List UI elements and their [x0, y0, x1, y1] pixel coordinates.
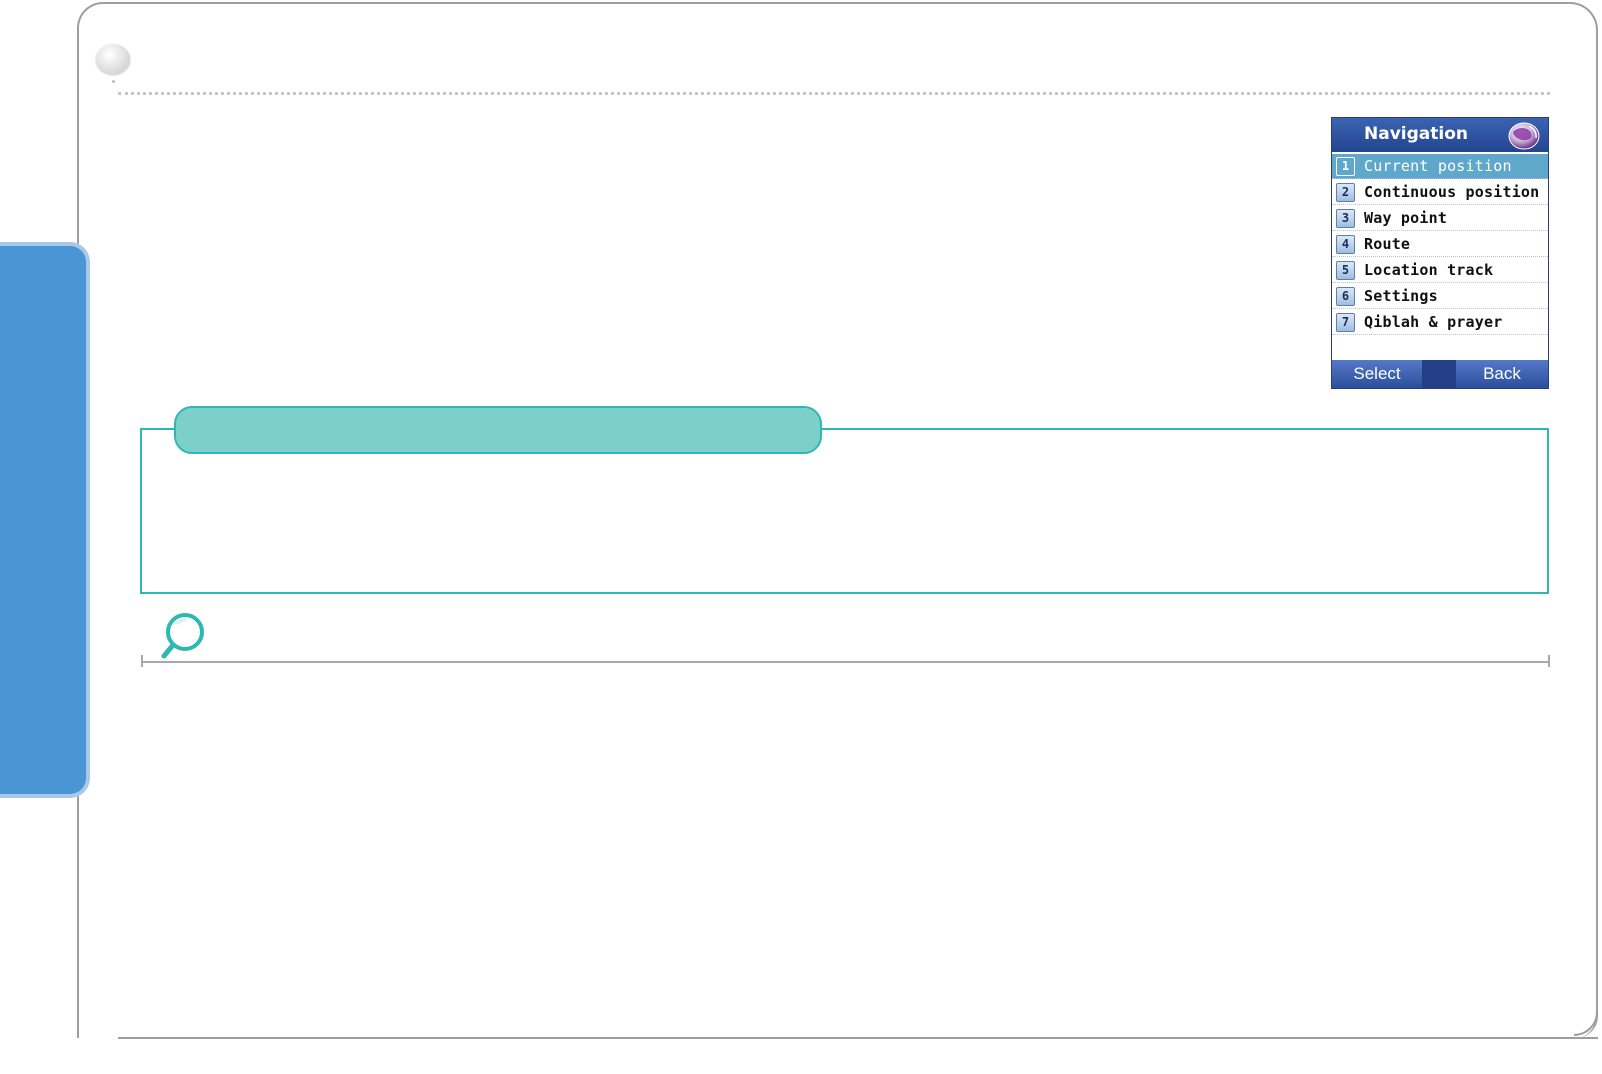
menu-item-number: 4: [1336, 235, 1355, 254]
menu-item-number: 2: [1336, 183, 1355, 202]
menu-item-label: Location track: [1364, 261, 1494, 279]
menu-item-7[interactable]: 7 Qiblah & prayer: [1332, 310, 1548, 335]
menu-item-number: 3: [1336, 209, 1355, 228]
menu-item-number: 5: [1336, 261, 1355, 280]
menu-item-label: Settings: [1364, 287, 1438, 305]
bullet-dot: [112, 80, 115, 83]
phone-softkey-bar: Select Back: [1332, 360, 1548, 388]
note-box-tab: [174, 406, 822, 454]
menu-item-number: 7: [1336, 313, 1355, 332]
phone-screen: Navigation 1 Current position 2 Continuous …: [1331, 117, 1549, 389]
menu-item-1[interactable]: 1 Current position: [1332, 154, 1548, 179]
menu-item-2[interactable]: 2 Continuous position: [1332, 180, 1548, 205]
phone-menu-list: 1 Current position 2 Continuous position 3 Wa…: [1332, 154, 1548, 336]
back-softkey[interactable]: Back: [1456, 360, 1548, 388]
title-divider: [118, 92, 1550, 95]
tip-divider-right-tick: [1548, 655, 1550, 667]
phone-title: Navigation: [1364, 124, 1468, 144]
menu-item-number: 1: [1336, 157, 1355, 176]
menu-item-6[interactable]: 6 Settings: [1332, 284, 1548, 309]
globe-icon: [1508, 122, 1540, 150]
bullet-icon: [96, 44, 130, 74]
page-corner: [1574, 1012, 1598, 1036]
menu-item-5[interactable]: 5 Location track: [1332, 258, 1548, 283]
menu-item-label: Way point: [1364, 209, 1448, 227]
menu-item-label: Qiblah & prayer: [1364, 313, 1503, 331]
phone-header: Navigation: [1332, 118, 1548, 152]
menu-item-number: 6: [1336, 287, 1355, 306]
softkey-center: [1422, 360, 1456, 388]
tip-divider-left-tick: [141, 655, 143, 667]
manual-page: Navigation 1 Current position 2 Continuous …: [0, 0, 1602, 1074]
tip-divider: [141, 661, 1549, 663]
select-softkey[interactable]: Select: [1332, 360, 1422, 388]
menu-item-label: Route: [1364, 235, 1411, 253]
menu-item-4[interactable]: 4 Route: [1332, 232, 1548, 257]
page-bottom-border: [118, 1037, 1598, 1039]
menu-item-label: Continuous position: [1364, 183, 1540, 201]
menu-item-label: Current position: [1364, 157, 1512, 175]
magnifier-icon: [161, 613, 204, 659]
menu-item-3[interactable]: 3 Way point: [1332, 206, 1548, 231]
chapter-side-tab: [0, 242, 90, 798]
